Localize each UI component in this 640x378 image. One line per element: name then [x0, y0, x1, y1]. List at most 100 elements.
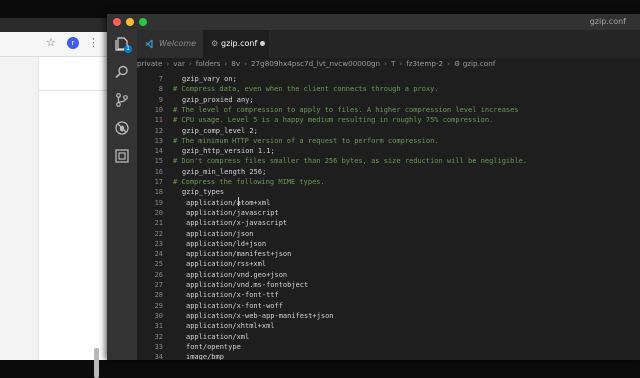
browser-tab-strip — [0, 18, 116, 32]
line-number: 8 — [158, 85, 163, 94]
breadcrumb: private › var › folders › 8v › 27g809hx4psc7d_lv… — [137, 58, 640, 70]
code-line: 13 # The minimum HTTP version of a reques… — [137, 136, 640, 146]
line-number: 11 — [154, 116, 163, 125]
line-number: 34 — [154, 353, 163, 360]
tab-gzip-conf-label: gzip.conf — [221, 39, 258, 48]
line-number: 29 — [154, 301, 163, 310]
code-comment: # CPU usage. Level 5 is a happy medium r… — [173, 116, 494, 125]
line-number: 18 — [154, 188, 163, 197]
code-text: gzip_types — [182, 188, 225, 197]
debug-icon[interactable] — [114, 120, 130, 136]
code-line: 15 # Don't compress files smaller than 25… — [137, 156, 640, 166]
code-comment: # The level of compression to apply to f… — [173, 105, 519, 114]
profile-avatar-icon[interactable]: r — [67, 37, 79, 49]
line-number: 21 — [154, 219, 163, 228]
breadcrumb-separator-icon: › — [188, 59, 192, 68]
gear-icon: ⚙ — [211, 39, 219, 48]
code-text: application/x-font-woff — [186, 301, 283, 310]
tab-gzip-conf[interactable]: ⚙ gzip.conf — [203, 30, 269, 58]
search-icon[interactable] — [114, 64, 130, 80]
code-text: gzip_min_length 256; — [182, 167, 267, 176]
code-line: 16 gzip_min_length 256; — [137, 167, 640, 177]
line-number: 26 — [154, 270, 163, 279]
code-line: 9 gzip_proxied any; — [137, 95, 640, 105]
breadcrumb-item[interactable]: 8v — [231, 58, 240, 70]
explorer-files-icon[interactable]: 1 — [114, 36, 132, 53]
code-text: application/javascript — [186, 208, 279, 217]
code-line: 27 application/vnd.ms-fontobject — [137, 280, 640, 290]
line-number: 9 — [158, 95, 163, 104]
code-line: 12 gzip_comp_level 2; — [137, 126, 640, 136]
code-text: application/atom+xml — [186, 198, 271, 207]
breadcrumb-item[interactable]: folders — [196, 58, 221, 70]
code-text: image/bmp — [186, 353, 224, 360]
code-line: 19 application/atom+xml — [137, 198, 640, 208]
explorer-badge: 1 — [124, 45, 132, 53]
code-text: application/x-web-app-manifest+json — [186, 311, 334, 320]
line-number: 33 — [154, 342, 163, 351]
code-line: 11 # CPU usage. Level 5 is a happy medium… — [137, 115, 640, 125]
tab-welcome[interactable]: Welcome — [137, 30, 203, 58]
code-text: gzip_comp_level 2; — [182, 126, 258, 135]
code-line: 34 image/bmp — [137, 352, 640, 360]
code-comment: # Compress the following MIME types. — [173, 178, 325, 186]
unsaved-dot-icon[interactable] — [260, 41, 265, 46]
line-number: 32 — [154, 332, 163, 341]
line-number: 28 — [154, 291, 163, 300]
breadcrumb-item[interactable]: 27g809hx4psc7d_lvt_nvcw00000gn — [251, 58, 380, 70]
line-number: 16 — [154, 167, 163, 176]
code-line: 18 gzip_types — [137, 187, 640, 197]
browser-toolbar: ☆ r ⋮ — [0, 32, 116, 57]
code-line: 22 application/json — [137, 229, 640, 239]
line-number: 15 — [154, 157, 163, 166]
code-comment: # Compress data, even when the client co… — [173, 85, 439, 94]
code-line: 26 application/vnd.geo+json — [137, 270, 640, 280]
line-number: 20 — [154, 208, 163, 217]
code-text: application/json — [186, 229, 254, 238]
code-comment: # Don't compress files smaller than 256 … — [173, 157, 528, 166]
breadcrumb-item[interactable]: var — [173, 58, 185, 70]
code-line: 23 application/ld+json — [137, 239, 640, 249]
code-text: gzip_http_version 1.1; — [182, 147, 275, 156]
code-text: font/opentype — [186, 342, 241, 351]
breadcrumb-item[interactable]: T — [391, 58, 395, 70]
extensions-icon[interactable] — [114, 148, 130, 164]
code-text: application/x-font-ttf — [186, 291, 279, 300]
code-text: gzip_proxied any; — [182, 95, 254, 104]
code-line: 28 application/x-font-ttf — [137, 290, 640, 300]
line-number: 12 — [154, 126, 163, 135]
tab-welcome-label: Welcome — [159, 39, 197, 48]
browser-menu-icon[interactable]: ⋮ — [88, 35, 99, 51]
line-number: 7 — [158, 75, 163, 83]
text-cursor — [238, 197, 239, 206]
line-number: 10 — [154, 105, 163, 114]
line-number: 17 — [154, 178, 163, 186]
code-text: application/xhtml+xml — [186, 322, 275, 331]
gear-icon: ⚙ — [453, 59, 463, 68]
line-number: 31 — [154, 322, 163, 331]
code-text: application/ld+json — [186, 239, 267, 248]
line-number: 14 — [154, 147, 163, 156]
breadcrumb-item[interactable]: gzip.conf — [463, 58, 496, 70]
code-comment: # The minimum HTTP version of a request … — [173, 136, 439, 145]
bookmark-star-icon[interactable]: ☆ — [46, 36, 56, 50]
breadcrumb-separator-icon: › — [399, 59, 403, 68]
code-line: 8 # Compress data, even when the client c… — [137, 84, 640, 94]
activity-bar: 1 — [107, 30, 137, 360]
code-text: application/vnd.ms-fontobject — [186, 281, 309, 289]
breadcrumb-item[interactable]: fz3temp-2 — [406, 58, 443, 70]
source-control-icon[interactable] — [114, 92, 130, 108]
code-text: application/xml — [186, 332, 250, 341]
code-editor[interactable]: 7 gzip_vary on; 8 # Compress data, even whe… — [137, 70, 640, 360]
code-text: application/manifest+json — [186, 250, 292, 259]
line-number: 24 — [154, 250, 163, 259]
breadcrumb-separator-icon: › — [166, 59, 170, 68]
editor-tab-bar: Welcome ⚙ gzip.conf — [137, 30, 640, 58]
code-line: 32 application/xml — [137, 332, 640, 342]
background-browser-window: ☆ r ⋮ — [0, 18, 116, 378]
browser-scrollbar[interactable] — [94, 348, 99, 378]
breadcrumb-item[interactable]: private — [137, 58, 162, 70]
code-line: 30 application/x-web-app-manifest+json — [137, 311, 640, 321]
vscode-logo-icon — [145, 39, 153, 49]
line-number: 13 — [154, 136, 163, 145]
